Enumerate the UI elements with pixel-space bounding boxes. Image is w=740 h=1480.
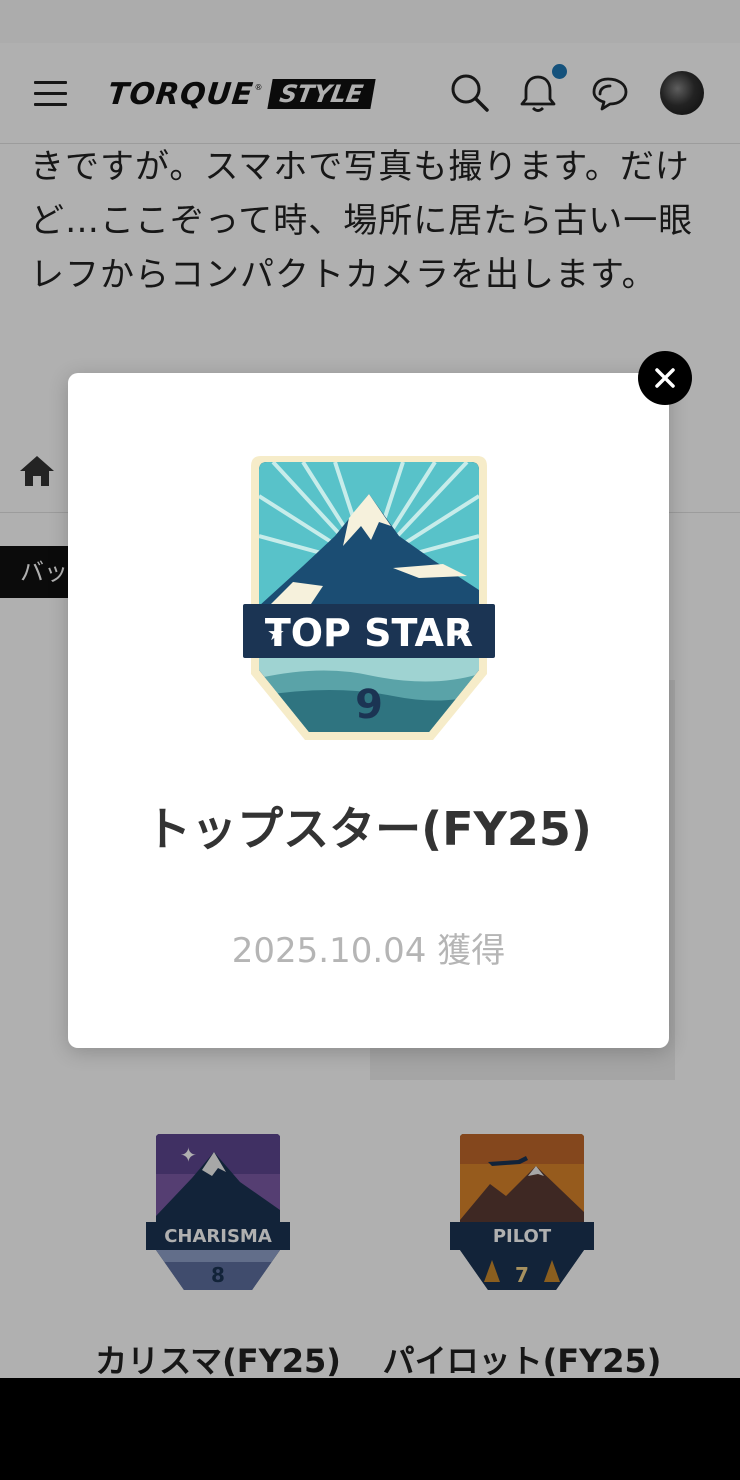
top-star-badge-icon: ★ ★ TOP STAR 9 xyxy=(243,456,495,740)
top-star-badge-text: TOP STAR xyxy=(265,611,473,655)
modal-acquired-date: 2025.10.04 獲得 xyxy=(231,931,506,971)
close-icon[interactable] xyxy=(638,351,692,405)
badge-modal: ★ ★ TOP STAR 9 トップスター(FY25) 2025.10.04 獲… xyxy=(68,373,669,1048)
top-star-badge-level: 9 xyxy=(355,682,383,728)
bottom-bar xyxy=(0,1378,740,1480)
modal-title: トップスター(FY25) xyxy=(145,802,592,856)
page: TORQUE ® STYLE きですが。スマホで写真も撮ります。だけど…ここぞっ… xyxy=(0,0,740,1378)
